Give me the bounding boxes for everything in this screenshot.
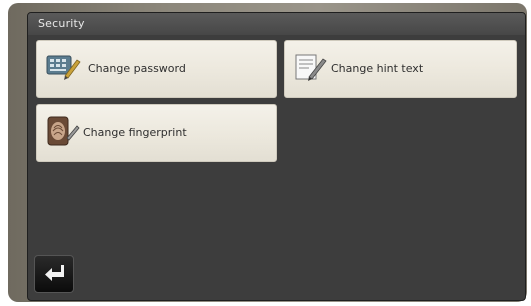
change-fingerprint-label: Change fingerprint [83, 126, 187, 139]
fingerprint-icon [45, 116, 81, 146]
change-password-label: Change password [88, 62, 186, 75]
device-frame: Security Change password Change hint tex… [0, 0, 531, 306]
change-hint-text-label: Change hint text [331, 62, 424, 75]
change-fingerprint-button[interactable]: Change fingerprint [36, 104, 277, 162]
return-arrow-icon [45, 265, 64, 281]
security-screen: Security Change password Change hint tex… [27, 12, 526, 301]
change-hint-text-button[interactable]: Change hint text [284, 40, 517, 98]
page-title: Security [38, 17, 85, 30]
password-keypad-icon [45, 52, 81, 82]
hint-edit-icon [293, 52, 329, 82]
title-bar: Security [28, 13, 525, 35]
change-password-button[interactable]: Change password [36, 40, 277, 98]
back-button[interactable] [34, 255, 74, 293]
